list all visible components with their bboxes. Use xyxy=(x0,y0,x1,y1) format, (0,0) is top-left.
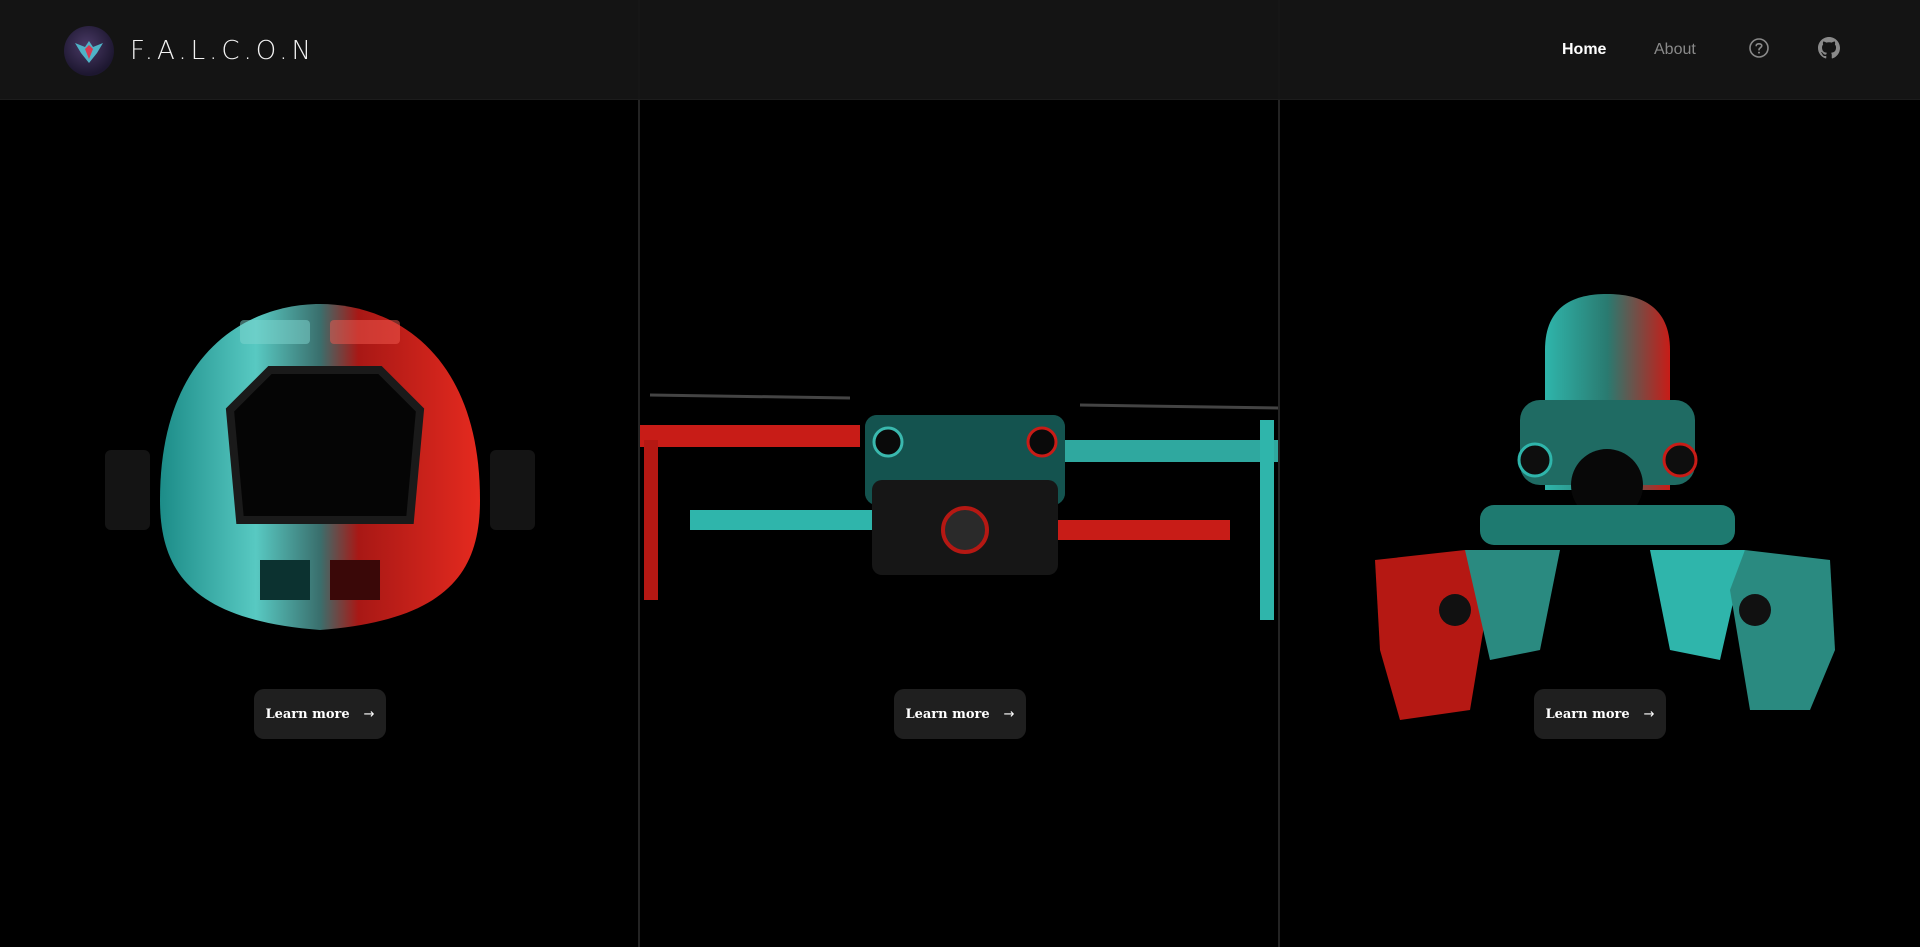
learn-more-button[interactable]: Learn more → xyxy=(1534,689,1666,739)
navbar-divider xyxy=(0,99,1920,100)
navbar: F.A.L.C.O.N Home About xyxy=(0,0,1920,100)
learn-more-button[interactable]: Learn more → xyxy=(894,689,1026,739)
learn-more-label: Learn more xyxy=(905,706,990,722)
brand[interactable]: F.A.L.C.O.N xyxy=(64,26,315,76)
help-circle-icon[interactable] xyxy=(1748,37,1770,59)
panels: Learn more → Learn more → Learn more → xyxy=(0,0,1920,947)
nav-home-link[interactable]: Home xyxy=(1562,41,1606,59)
brand-name: F.A.L.C.O.N xyxy=(130,36,315,66)
learn-more-button[interactable]: Learn more → xyxy=(254,689,386,739)
round-robot-model xyxy=(105,304,535,630)
nav-about-link[interactable]: About xyxy=(1654,41,1696,59)
learn-more-label: Learn more xyxy=(1545,706,1630,722)
panel-spider-robot: Learn more → xyxy=(1280,0,1920,947)
spider-robot-model xyxy=(1375,294,1835,720)
arrow-right-icon: → xyxy=(363,706,375,722)
quadcopter-drone-model xyxy=(640,393,1278,620)
panel-drone: Learn more → xyxy=(640,0,1280,947)
learn-more-label: Learn more xyxy=(265,706,350,722)
arrow-right-icon: → xyxy=(1003,706,1015,722)
arrow-right-icon: → xyxy=(1643,706,1655,722)
falcon-logo-icon xyxy=(64,26,114,76)
github-icon[interactable] xyxy=(1818,37,1840,59)
panel-round-robot: Learn more → xyxy=(0,0,640,947)
